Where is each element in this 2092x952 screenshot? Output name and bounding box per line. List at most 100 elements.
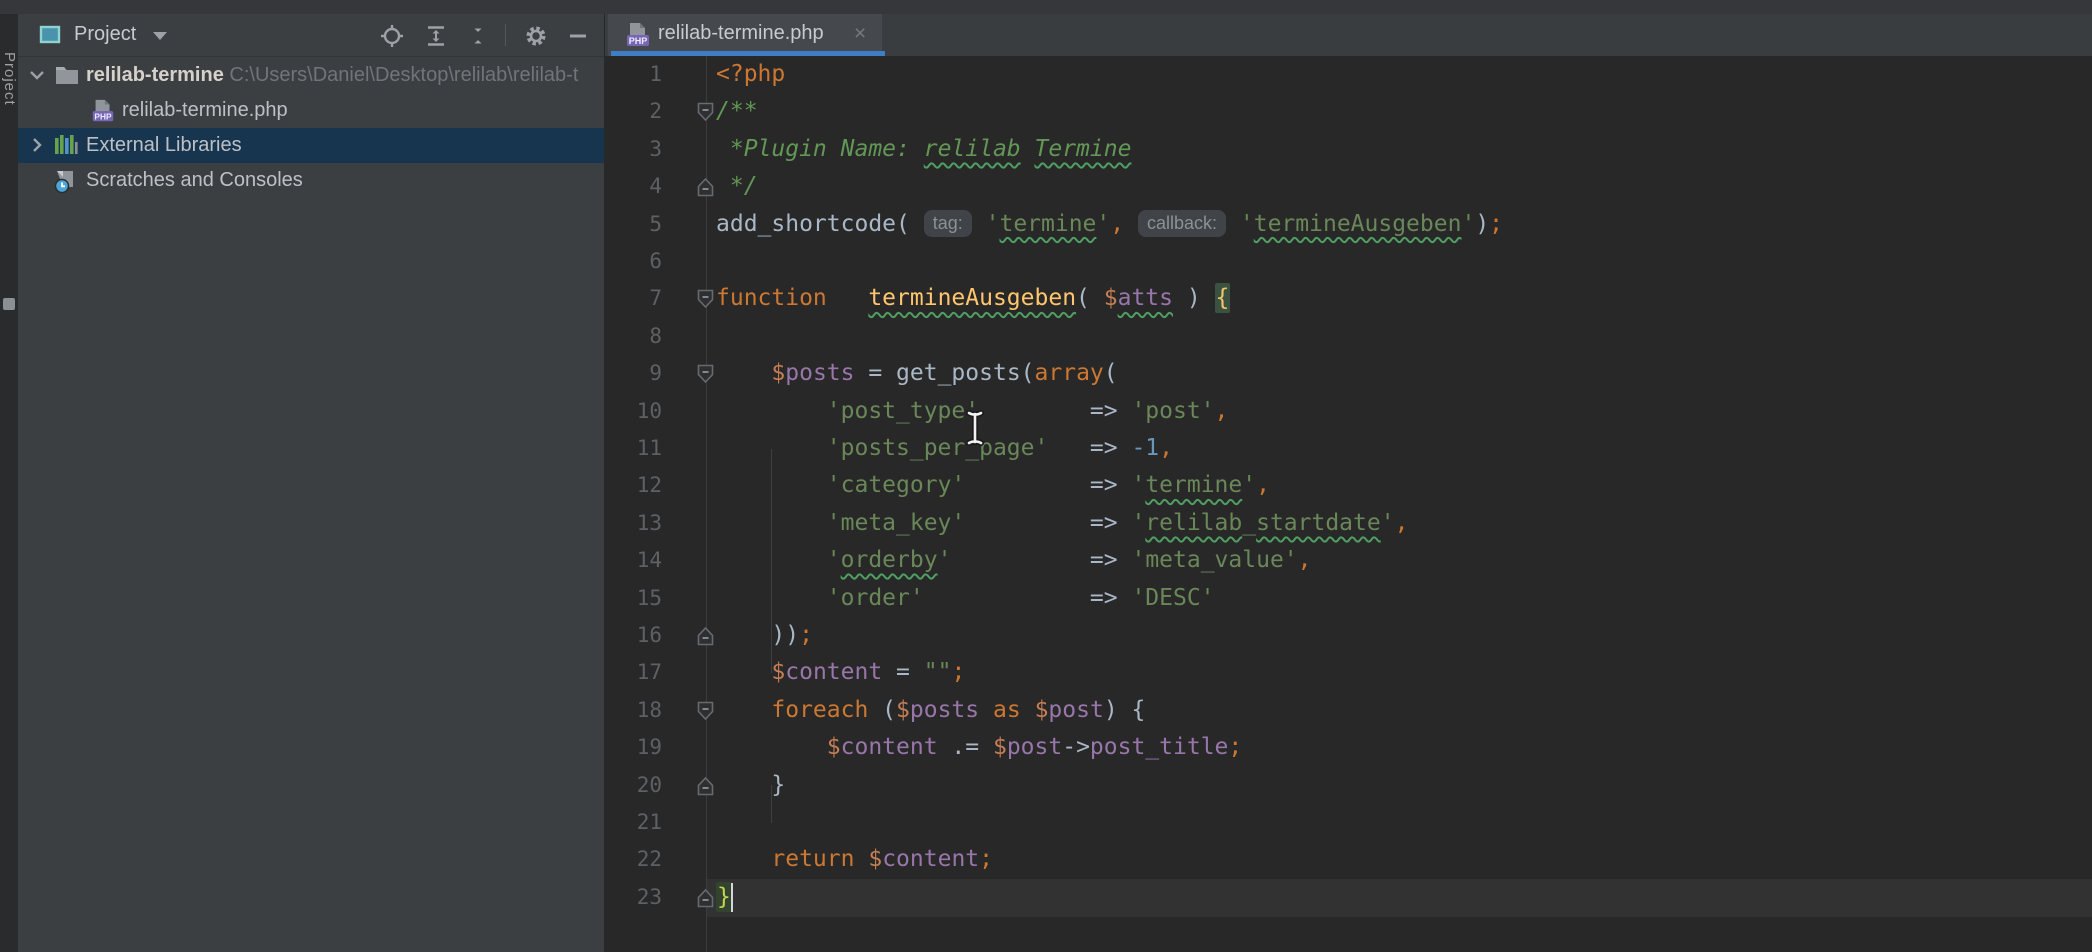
tree-item-label: relilab-termine C:\Users\Daniel\Desktop\… [86,63,578,88]
line-number: 16 [604,617,662,654]
tree-item-path: C:\Users\Daniel\Desktop\relilab\relilab-… [224,64,579,86]
code-line-10[interactable]: 10 'post_type' => 'post', [604,393,2092,430]
line-number: 1 [604,56,662,93]
window-title-strip [0,0,2092,14]
fold-region-start-icon[interactable] [697,364,714,389]
code-line-15[interactable]: 15 'order' => 'DESC' [604,580,2092,617]
code-line-1[interactable]: 1<?php [604,56,2092,93]
fold-region-start-icon[interactable] [697,102,714,127]
code-line-13[interactable]: 13 'meta_key' => 'relilab_startdate', [604,505,2092,542]
code-line-21[interactable]: 21 [604,804,2092,841]
tree-item-label: Scratches and Consoles [86,168,303,193]
project-panel: Project [18,14,605,952]
chevron-right-icon[interactable] [26,134,48,161]
project-panel-header: Project [18,14,604,57]
editor-tab-bar: PHP relilab-termine.php × [605,14,2092,56]
tree-item-label: relilab-termine.php [122,98,288,123]
fold-region-end-icon[interactable] [697,626,714,651]
toolbar-divider [505,24,506,46]
line-number: 3 [604,131,662,168]
code-line-22[interactable]: 22 return $content; [604,841,2092,878]
svg-text:PHP: PHP [94,111,112,121]
code-text: $content .= $post->post_title; [716,729,1242,766]
tab-label: relilab-termine.php [658,22,824,45]
line-number: 6 [604,243,662,280]
project-tree: relilab-termine C:\Users\Daniel\Desktop\… [18,58,604,198]
text-caret [731,883,733,912]
code-line-4[interactable]: 4 */ [604,168,2092,205]
fold-region-start-icon[interactable] [697,701,714,726]
line-number: 13 [604,505,662,542]
line-number: 21 [604,804,662,841]
close-icon[interactable]: × [854,22,866,46]
collapse-all-icon[interactable] [466,24,490,48]
code-text: return $content; [716,841,993,878]
line-number: 10 [604,393,662,430]
tree-item-relilab-termine-php[interactable]: PHP relilab-termine.php [18,93,604,128]
fold-region-end-icon[interactable] [697,888,714,913]
fold-region-end-icon[interactable] [697,177,714,202]
code-line-2[interactable]: 2/** [604,93,2092,130]
line-number: 20 [604,767,662,804]
hide-panel-icon[interactable] [566,24,590,48]
code-line-7[interactable]: 7 function termineAusgeben( $atts ) { [604,280,2092,317]
scratches-icon [54,168,80,198]
ide-window: Project Project [0,0,2092,952]
line-number: 19 [604,729,662,766]
code-text: 'order' => 'DESC' [716,580,1215,617]
code-text: 'orderby' => 'meta_value', [716,542,1312,579]
code-text: 'meta_key' => 'relilab_startdate', [716,505,1408,542]
code-text: 'category' => 'termine', [716,467,1270,504]
line-number: 15 [604,580,662,617]
tree-item-external-libraries[interactable]: External Libraries [18,128,604,163]
code-line-20[interactable]: 20 } [604,767,2092,804]
code-text: *Plugin Name: relilab Termine [716,131,1131,168]
code-text: function termineAusgeben( $atts ) { [716,280,1230,317]
code-text: */ [716,168,758,205]
line-number: 11 [604,430,662,467]
tree-item-relilab-termine[interactable]: relilab-termine C:\Users\Daniel\Desktop\… [18,58,604,93]
php-file-icon: PHP [624,21,652,54]
project-panel-title[interactable]: Project [74,23,136,46]
code-line-9[interactable]: 9 $posts = get_posts(array( [604,355,2092,392]
folder-icon [54,63,80,92]
fold-region-end-icon[interactable] [697,776,714,801]
code-line-8[interactable]: 8 [604,318,2092,355]
tree-item-label: External Libraries [86,133,242,158]
line-number: 12 [604,467,662,504]
code-line-18[interactable]: 18 foreach ($posts as $post) { [604,692,2092,729]
tool-window-icon[interactable] [3,298,15,310]
php-file-icon: PHP [90,98,116,128]
fold-region-start-icon[interactable] [697,289,714,314]
parameter-hint: tag: [924,210,972,237]
code-text: /** [716,93,758,130]
code-line-6[interactable]: 6 [604,243,2092,280]
code-line-14[interactable]: 14 'orderby' => 'meta_value', [604,542,2092,579]
tree-item-scratches-and-consoles[interactable]: Scratches and Consoles [18,163,604,198]
code-line-12[interactable]: 12 'category' => 'termine', [604,467,2092,504]
chevron-down-icon[interactable] [153,32,167,40]
code-line-11[interactable]: 11 'posts_per_page' => -1, [604,430,2092,467]
code-text: foreach ($posts as $post) { [716,692,1145,729]
code-line-23[interactable]: 23} [604,879,2092,916]
code-line-5[interactable]: 5 add_shortcode( tag: 'termine', callback… [604,206,2092,243]
line-number: 14 [604,542,662,579]
libraries-icon [54,133,80,162]
line-number: 7 [604,280,662,317]
settings-gear-icon[interactable] [524,24,548,48]
code-text: add_shortcode( tag: 'termine', callback:… [716,206,1503,243]
code-line-19[interactable]: 19 $content .= $post->post_title; [604,729,2092,766]
expand-all-icon[interactable] [424,24,448,48]
tab-relilab-termine-php[interactable]: PHP relilab-termine.php × [608,14,882,56]
line-number: 17 [604,654,662,691]
code-line-16[interactable]: 16 )); [604,617,2092,654]
code-line-3[interactable]: 3 *Plugin Name: relilab Termine [604,131,2092,168]
chevron-down-icon[interactable] [26,64,48,91]
code-editor[interactable]: 1<?php2/**3 *Plugin Name: relilab Termin… [604,56,2092,952]
code-text: $posts = get_posts(array( [716,355,1118,392]
code-line-17[interactable]: 17 $content = ""; [604,654,2092,691]
line-number: 5 [604,206,662,243]
project-stripe-button[interactable]: Project [0,52,18,106]
code-text: )); [716,617,813,654]
locate-icon[interactable] [380,24,404,48]
